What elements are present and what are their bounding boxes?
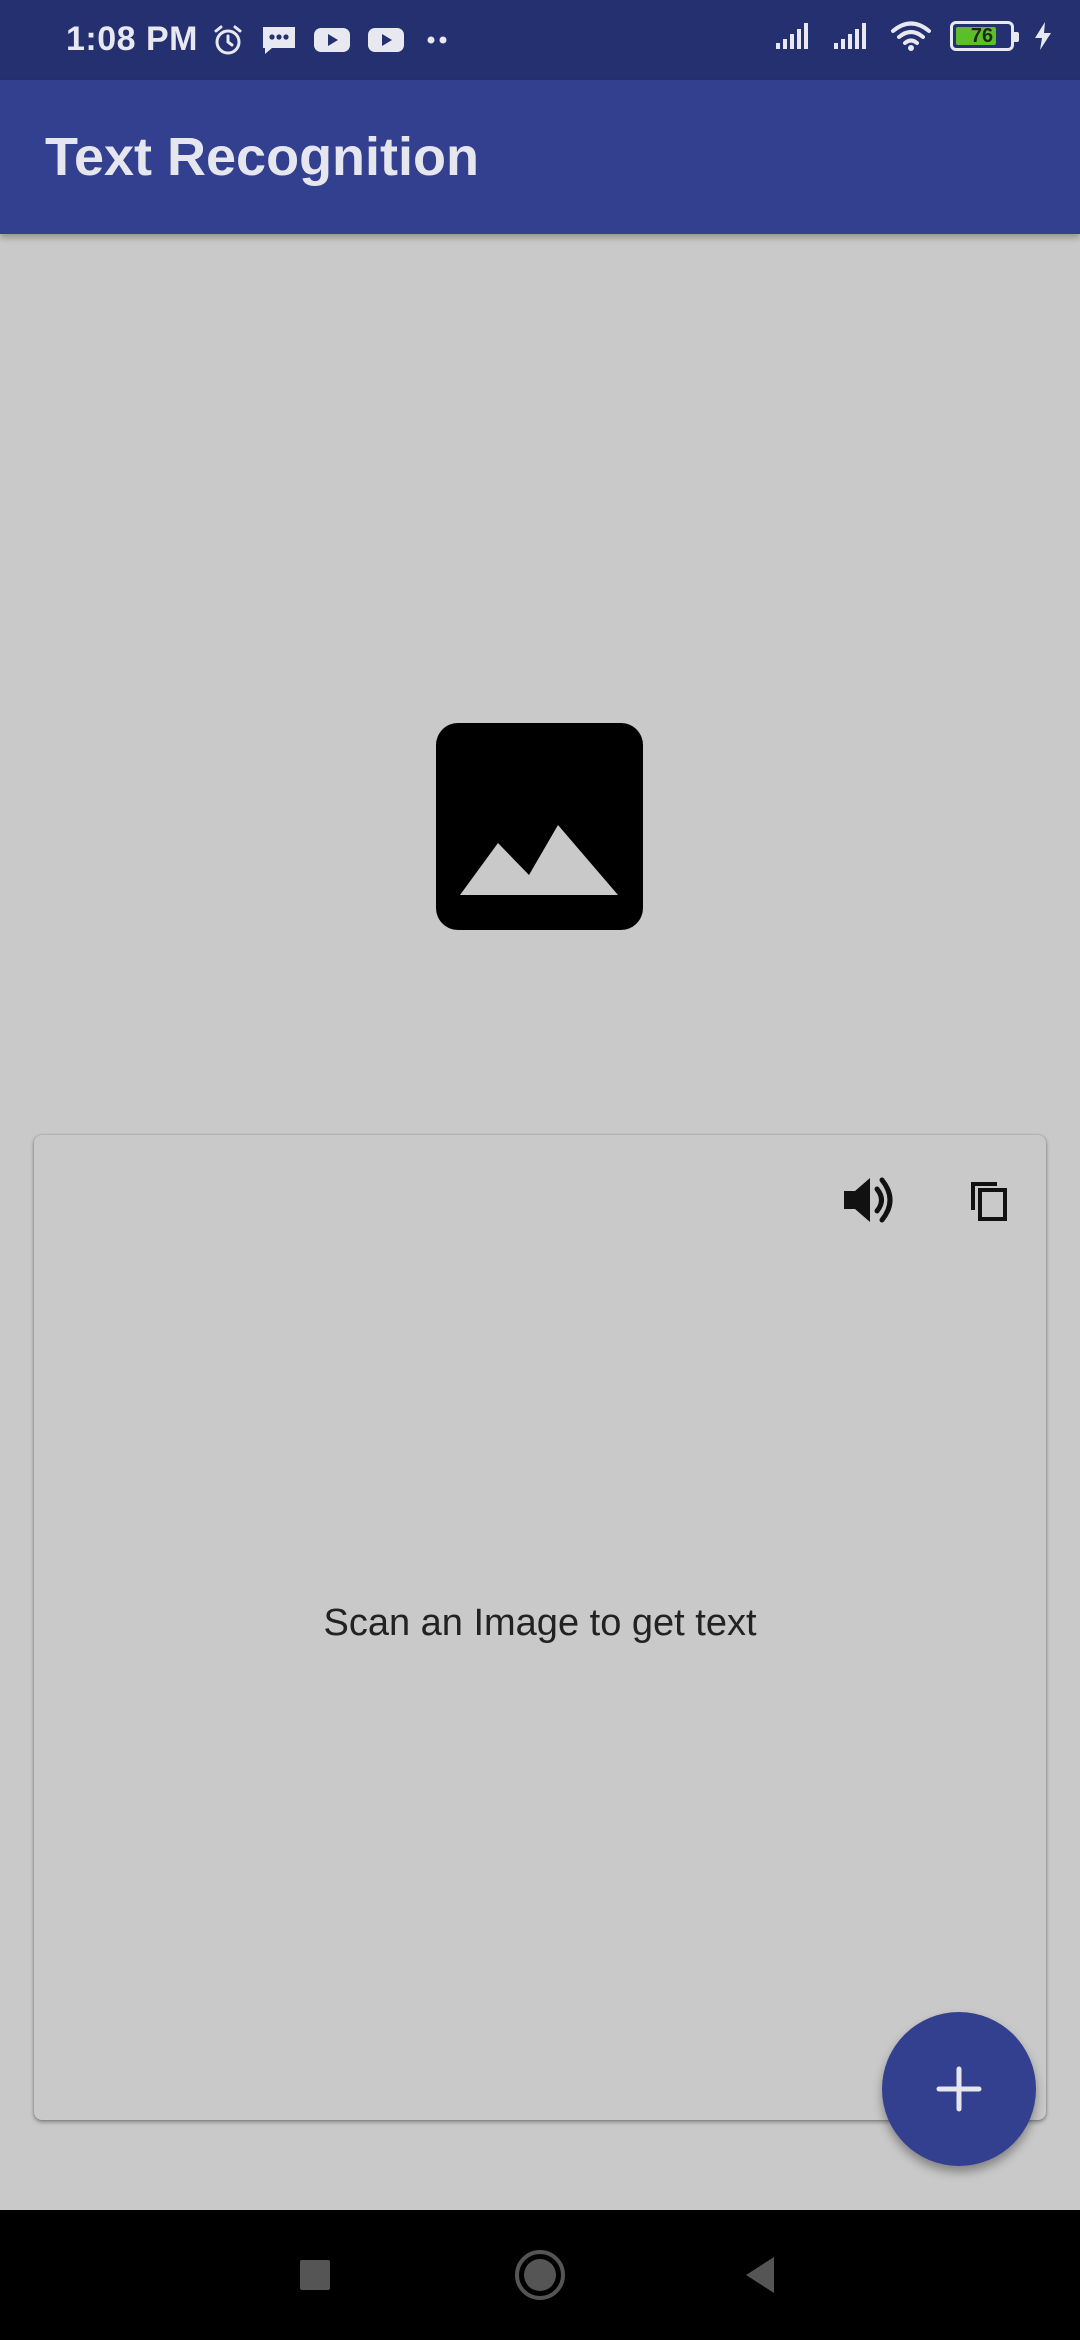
back-triangle-icon <box>746 2257 774 2293</box>
recents-square-icon <box>300 2260 330 2290</box>
status-time: 1:08 PM <box>66 20 198 58</box>
signal-icon <box>834 23 866 49</box>
recents-button[interactable] <box>255 2210 375 2340</box>
volume-icon <box>844 1177 893 1223</box>
wifi-icon <box>891 21 931 51</box>
copy-icon <box>971 1182 1007 1221</box>
navigation-bar <box>0 2210 1080 2340</box>
alarm-icon <box>214 25 242 55</box>
battery-icon: 76 <box>950 21 1019 51</box>
home-button[interactable] <box>480 2210 600 2340</box>
status-bar: 1:08 PM 76 <box>0 0 1080 80</box>
add-image-fab[interactable] <box>882 2012 1036 2166</box>
signal-icon <box>776 23 808 49</box>
message-icon <box>263 27 295 54</box>
copy-button[interactable] <box>954 1165 1024 1235</box>
battery-tip <box>1014 32 1019 42</box>
status-system-icons: 76 <box>774 20 1054 52</box>
more-dots-icon <box>427 36 447 44</box>
back-button[interactable] <box>700 2210 820 2340</box>
app-title: Text Recognition <box>45 127 480 187</box>
result-card: Scan an Image to get text <box>34 1135 1046 2120</box>
speak-button[interactable] <box>830 1160 910 1240</box>
charging-icon <box>1035 22 1051 50</box>
status-notification-icons <box>210 22 454 58</box>
result-text: Scan an Image to get text <box>323 1602 757 1644</box>
image-placeholder[interactable] <box>436 723 643 930</box>
image-icon <box>460 825 618 895</box>
youtube-icon <box>314 28 350 52</box>
battery-level: 76 <box>970 25 994 47</box>
youtube-icon <box>368 28 404 52</box>
plus-icon <box>936 2066 982 2112</box>
app-bar: Text Recognition <box>0 80 1080 234</box>
home-circle-icon <box>515 2250 565 2300</box>
